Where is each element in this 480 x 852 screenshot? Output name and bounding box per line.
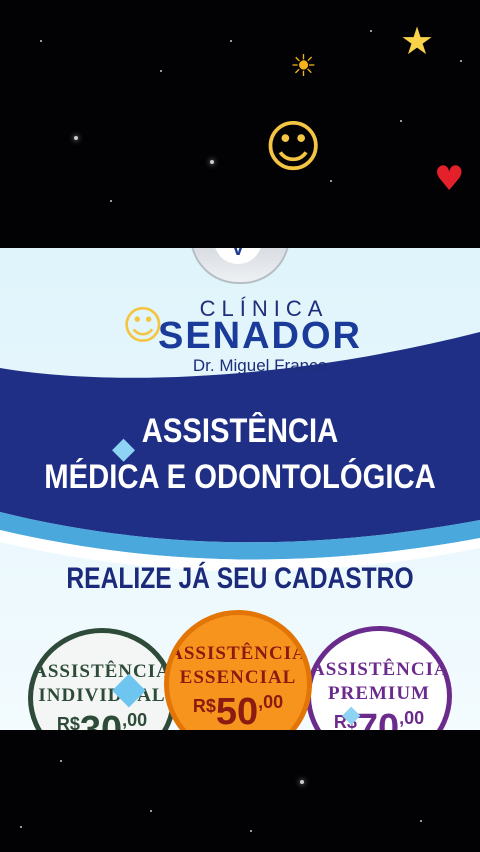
plan-price: R$70,00 (311, 707, 447, 730)
plan-name-line2: ESSENCIAL (179, 667, 297, 688)
headline-assistencia: ASSISTÊNCIA (141, 412, 339, 450)
plan-price: R$50,00 (169, 691, 307, 730)
plan-price: R$30,00 (33, 709, 171, 730)
starry-background-bottom (0, 730, 480, 852)
logo-letter: V (214, 248, 262, 264)
plan-currency: R$ (56, 714, 80, 730)
smiling-face-with-hearts-sticker-icon: ☺ (264, 115, 323, 180)
plan-name-line2: PREMIUM (328, 683, 430, 704)
heart-sticker-icon: ♥ (434, 159, 465, 199)
plan-name-line1: ASSISTÊNCIA (169, 643, 307, 664)
plan-amount: 50 (215, 691, 259, 730)
plan-currency: R$ (192, 696, 216, 716)
diamond-sticker-icon: ◆ (112, 431, 136, 466)
plan-name-line2: INDIVIDUAL (38, 685, 166, 706)
star-sticker-icon: ★ (400, 19, 435, 63)
brand-senador: SENADOR (157, 315, 363, 357)
plan-amount: 70 (356, 707, 400, 730)
diamond-sticker-icon: ◆ (342, 700, 361, 728)
plan-name-line1: ASSISTÊNCIA (311, 659, 449, 680)
headline-medica-odontologica: MÉDICA E ODONTOLÓGICA (44, 458, 436, 496)
plan-name-line1: ASSISTÊNCIA (33, 661, 171, 682)
plan-cents: ,00 (399, 708, 425, 728)
brand-doctor-name: Dr. Miguel Franco (192, 356, 328, 375)
cta-realize-cadastro: REALIZE JÁ SEU CADASTRO (66, 562, 414, 595)
sun-sticker-icon: ☀ (290, 49, 317, 84)
plan-cents: ,00 (122, 710, 148, 730)
smiling-face-sticker-icon: ☺ (122, 303, 164, 349)
clinic-poster: V CLÍNICA SENADOR Dr. Miguel Franco ASSI… (0, 248, 480, 730)
diamond-sticker-icon: ◆ (112, 662, 146, 713)
video-frame: ★ ☀ ☺ ♥ V CLÍNICA SENADOR Dr. Miguel Fra… (0, 0, 480, 852)
plan-cents: ,00 (258, 692, 284, 712)
